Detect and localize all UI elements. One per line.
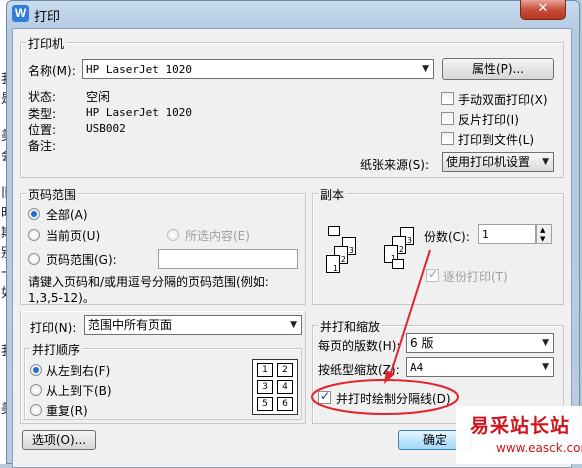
preview-cell: 1 (257, 363, 273, 377)
order-group-label: 并打顺序 (30, 341, 83, 358)
chevron-down-icon: ▼ (542, 362, 549, 372)
chevron-down-icon: ▼ (542, 338, 549, 348)
duplex-label: 手动双面打印(X) (458, 93, 548, 107)
copies-count-value: 1 (482, 228, 489, 241)
copies-count-input[interactable]: 1 (478, 224, 536, 244)
range-pages-radio[interactable] (28, 253, 40, 265)
reverse-checkbox[interactable] (441, 112, 454, 125)
where-label: 位置: (28, 123, 57, 137)
order-ltr-radio[interactable] (30, 364, 42, 376)
order-ttb-label: 从上到下(B) (46, 384, 112, 398)
duplex-checkbox[interactable] (441, 92, 454, 105)
pages-per-sheet-value: 6 版 (410, 336, 434, 350)
copies-count-label: 份数(C): (424, 230, 470, 244)
preview-cell: 5 (257, 397, 273, 411)
preview-cell: 6 (277, 397, 293, 411)
chevron-down-icon: ▼ (290, 320, 297, 330)
print-what-select[interactable]: 范围中所有页面 ▼ (84, 315, 302, 335)
properties-button[interactable]: 属性(P)... (442, 58, 554, 80)
page-icon (392, 259, 404, 269)
type-label: 类型: (28, 107, 57, 121)
draw-borders-checkbox[interactable] (318, 389, 331, 404)
reverse-label: 反片打印(I) (458, 113, 519, 127)
page-range-group-label: 页码范围 (26, 186, 79, 203)
status-label: 状态: (28, 90, 57, 104)
wps-app-icon: W (12, 5, 29, 22)
scale-value: A4 (410, 361, 424, 374)
preview-cell: 4 (277, 380, 293, 394)
range-pages-label: 页码范围(G): (46, 253, 117, 267)
order-repeat-label: 重复(R) (46, 404, 88, 418)
page-range-input[interactable] (158, 249, 298, 269)
print-what-value: 范围中所有页面 (88, 318, 173, 332)
printer-name-label: 名称(M): (28, 64, 76, 78)
range-all-label: 全部(A) (46, 208, 88, 222)
window-title: 打印 (34, 10, 61, 25)
order-repeat-radio[interactable] (30, 404, 42, 416)
status-value: 空闲 (86, 90, 111, 104)
options-button[interactable]: 选项(O)... (22, 430, 96, 450)
copies-spinner[interactable]: ▲ ▼ (536, 224, 552, 244)
range-all-radio[interactable] (28, 208, 40, 220)
close-button[interactable]: ✕ (520, 0, 566, 20)
page-icon: 1 (326, 255, 340, 273)
print-to-file-label: 打印到文件(L) (458, 133, 535, 147)
chevron-down-icon: ▼ (422, 64, 429, 74)
collate-checkbox[interactable] (426, 267, 439, 282)
copies-group-label: 副本 (318, 186, 347, 203)
range-current-radio[interactable] (28, 229, 40, 241)
order-ltr-label: 从左到右(F) (46, 364, 111, 378)
range-selection-radio[interactable] (167, 229, 179, 241)
paper-source-select[interactable]: 使用打印机设置 ▼ (442, 152, 554, 172)
printer-name-select[interactable]: HP LaserJet 1020 ▼ (82, 59, 434, 79)
print-to-file-checkbox[interactable] (441, 132, 454, 145)
range-current-label: 当前页(U) (46, 229, 101, 243)
chevron-down-icon: ▼ (542, 157, 549, 167)
type-value: HP LaserJet 1020 (86, 106, 192, 119)
watermark-url: www.easck.com (496, 441, 582, 455)
page-icon (328, 226, 340, 236)
preview-cell: 2 (277, 363, 293, 377)
paper-source-label: 纸张来源(S): (360, 158, 430, 172)
zoom-group-label: 并打和缩放 (318, 318, 383, 335)
comment-label: 备注: (28, 139, 57, 153)
spin-up-icon: ▲ (540, 226, 546, 234)
scale-label: 按纸型缩放(Z): (318, 363, 400, 377)
collate-label: 逐份打印(T) (443, 270, 508, 284)
scale-select[interactable]: A4 ▼ (406, 357, 554, 377)
order-ttb-radio[interactable] (30, 384, 42, 396)
paper-source-value: 使用打印机设置 (446, 155, 531, 169)
pages-per-sheet-select[interactable]: 6 版 ▼ (406, 333, 554, 353)
order-preview: 1 2 3 4 5 6 (252, 359, 298, 415)
watermark-title: 易采站长站 (470, 415, 571, 437)
printer-name-value: HP LaserJet 1020 (86, 63, 192, 76)
print-what-label: 打印(N): (30, 321, 77, 335)
range-selection-label: 所选内容(E) (185, 229, 250, 243)
where-value: USB002 (86, 122, 126, 135)
draw-borders-label: 并打时绘制分隔线(D) (336, 392, 451, 406)
page-range-hint-line1: 请键入页码和/或用逗号分隔的页码范围(例如: (28, 275, 269, 289)
spin-down-icon: ▼ (540, 235, 546, 243)
page-range-hint-line2: 1,3,5-12)。 (28, 291, 95, 305)
preview-cell: 3 (257, 380, 273, 394)
printer-group-label: 打印机 (26, 35, 67, 52)
pages-per-sheet-label: 每页的版数(H): (318, 339, 401, 353)
